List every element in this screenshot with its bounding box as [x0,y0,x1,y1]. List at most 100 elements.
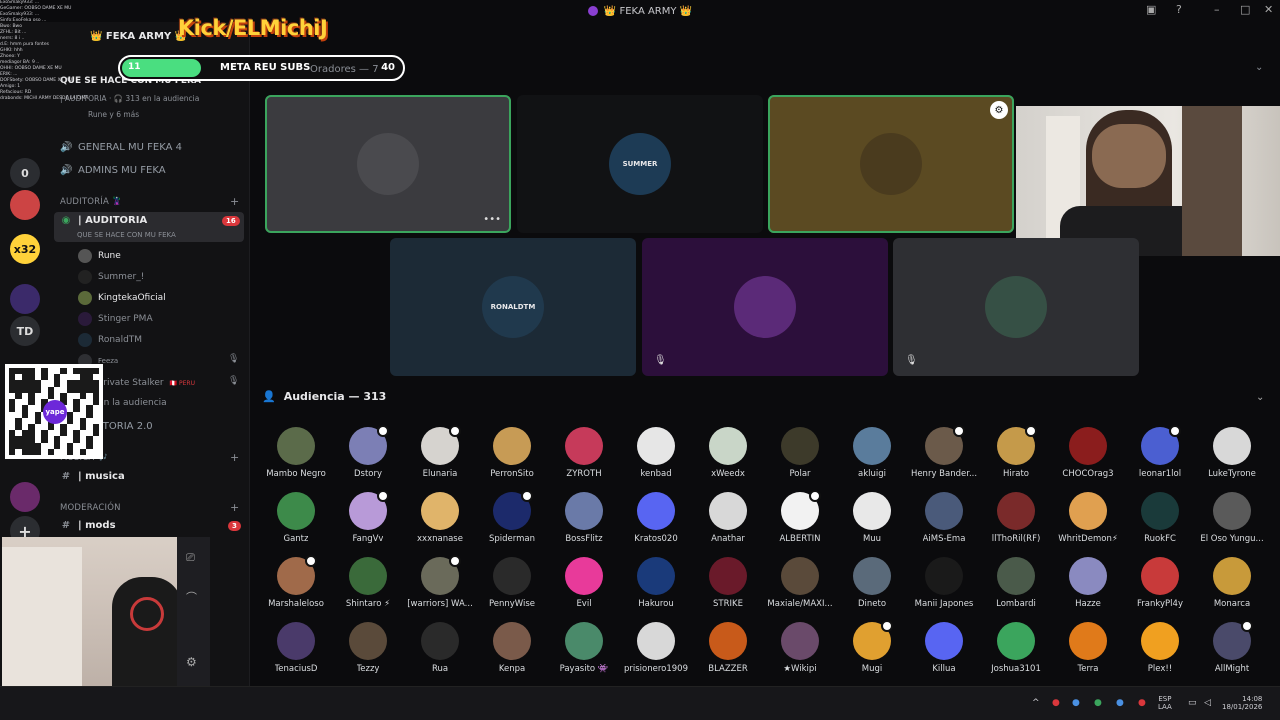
chevron-down-icon[interactable]: ⌄ [1255,62,1263,73]
server-icon-purple[interactable] [10,482,40,512]
stage-member[interactable]: Stinger PMA [78,312,153,326]
audience-member[interactable]: Hakurou [620,557,692,609]
stage-member[interactable]: Rune [78,249,121,263]
audience-member[interactable]: llThoRil(RF) [980,492,1052,544]
server-icon-red[interactable] [10,190,40,220]
audience-member[interactable]: Lombardi [980,557,1052,609]
clock[interactable]: 14:08 18/01/2026 [1222,695,1262,711]
audience-member[interactable]: xxxnanase [404,492,476,544]
audience-member[interactable]: WhritDemon⚡ [1052,492,1124,544]
audience-member[interactable]: [warriors] WA... [404,555,476,609]
tray-chevron-icon[interactable]: ^ [1032,698,1040,708]
audience-member[interactable]: Kenpa [476,622,548,674]
audience-member[interactable]: Joshua3101 [980,622,1052,674]
stage-member[interactable]: Summer_! [78,270,144,284]
audience-member[interactable]: ALBERTIN [764,490,836,544]
audience-member[interactable]: CHOCOrag3 [1052,427,1124,479]
audience-member[interactable]: akluigi [836,427,908,479]
audience-member[interactable]: leonar1lol [1124,425,1196,479]
volume-icon[interactable]: ◁ [1204,698,1211,708]
audience-member[interactable]: xWeedx [692,427,764,479]
speaker-tile-summer[interactable]: SUMMER [517,95,763,233]
channel-admins[interactable]: 🔊 ADMINS MU FEKA [60,165,166,176]
audience-member[interactable]: AiMS-Ema [908,492,980,544]
server-name[interactable]: 👑 FEKA ARMY 👑 [90,31,187,42]
audience-member[interactable]: Monarca [1196,557,1268,609]
settings-icon[interactable]: ⚙ [186,655,197,669]
audience-member[interactable]: Manii Japones [908,557,980,609]
audience-member[interactable]: FrankyPl4y [1124,557,1196,609]
audience-member[interactable]: Dineto [836,557,908,609]
tray-app-icon[interactable]: ● [1116,698,1124,708]
audience-member[interactable]: ★Wikipi [764,622,836,674]
audience-member[interactable]: BLAZZER [692,622,764,674]
audience-member[interactable]: PennyWise [476,557,548,609]
audience-member[interactable]: Rua [404,622,476,674]
audience-member[interactable]: Dstory [332,425,404,479]
audience-member[interactable]: Polar [764,427,836,479]
category-auditoria[interactable]: AUDITORÍA 🦹 [60,197,123,207]
audience-member[interactable]: Kratos020 [620,492,692,544]
speaker-tile-ronald[interactable]: RONALDTM [390,238,636,376]
audience-member[interactable]: prisionero1909 [620,622,692,674]
audience-member[interactable]: PerronSito [476,427,548,479]
maximize-button[interactable]: □ [1240,3,1250,16]
speaker-tile-kingteka[interactable]: ⚙ [768,95,1014,233]
audience-member[interactable]: Henry Bander... [908,425,980,479]
server-icon-td[interactable]: TD [10,316,40,346]
audience-member[interactable]: Evil [548,557,620,609]
channel-mods[interactable]: # | mods [60,520,116,531]
stage-channel[interactable]: ◉ | AUDITORIA [60,215,148,226]
server-icon-galaxy[interactable] [10,284,40,314]
audience-member[interactable]: Muu [836,492,908,544]
channel-musica[interactable]: # | musica [60,471,125,482]
audience-member[interactable]: Anathar [692,492,764,544]
tray-app-icon[interactable]: ● [1072,698,1080,708]
audience-member[interactable]: Spiderman [476,490,548,544]
add-channel-icon[interactable]: + [230,451,239,464]
audience-member[interactable]: El Oso Yungu... [1196,492,1268,544]
language-indicator[interactable]: ESP LAA [1158,695,1172,711]
audience-member[interactable]: Shintaro ⚡ [332,557,404,609]
minimize-button[interactable]: – [1214,3,1220,16]
audience-member[interactable]: Plex!! [1124,622,1196,674]
audience-member[interactable]: LukeTyrone [1196,427,1268,479]
audience-member[interactable]: Maxiale/MAXI... [764,557,836,609]
audience-member[interactable]: Hirato [980,425,1052,479]
tray-mic-icon[interactable]: ● [1138,698,1146,708]
audience-member[interactable]: Elunaria [404,425,476,479]
speaker-tile-stinger[interactable]: 🎙 [642,238,888,376]
inbox-icon[interactable]: ▣ [1146,3,1156,16]
more-options-icon[interactable]: ••• [483,214,501,225]
category-moderacion[interactable]: MODERACIÓN [60,503,121,513]
audience-member[interactable]: STRIKE [692,557,764,609]
stage-member[interactable]: RonaldTM [78,333,142,347]
audience-member[interactable]: Marshaleloso [260,555,332,609]
audience-member[interactable]: Tezzy [332,622,404,674]
chevron-down-icon[interactable]: ⌄ [1256,392,1264,403]
help-icon[interactable]: ? [1176,3,1182,16]
audience-member[interactable]: Mugi [836,620,908,674]
audience-member[interactable]: Terra [1052,622,1124,674]
audience-member[interactable]: Gantz [260,492,332,544]
add-channel-icon[interactable]: + [230,195,239,208]
speaker-tile-feeza[interactable]: 🎙 [893,238,1139,376]
tray-app-icon[interactable]: ● [1052,698,1060,708]
mic-icon[interactable]: ⎚ [186,551,195,565]
speaker-tile-rune[interactable]: ••• [265,95,511,233]
audience-member[interactable]: TenaciusD [260,622,332,674]
audience-member[interactable]: ZYROTH [548,427,620,479]
tray-app-icon[interactable]: ● [1094,698,1102,708]
stage-member[interactable]: KingtekaOficial [78,291,166,305]
audience-member[interactable]: Mambo Negro [260,427,332,479]
audience-member[interactable]: Hazze [1052,557,1124,609]
audience-member[interactable]: AllMight [1196,620,1268,674]
audience-member[interactable]: Killua [908,622,980,674]
audience-member[interactable]: BossFlitz [548,492,620,544]
audience-member[interactable]: Payasito 👾 [548,622,620,674]
headset-icon[interactable]: ⌒ [186,589,197,605]
server-icon-x32[interactable]: x32 [10,234,40,264]
add-channel-icon[interactable]: + [230,501,239,514]
audience-member[interactable]: kenbad [620,427,692,479]
server-icon-0[interactable]: 0 [10,158,40,188]
